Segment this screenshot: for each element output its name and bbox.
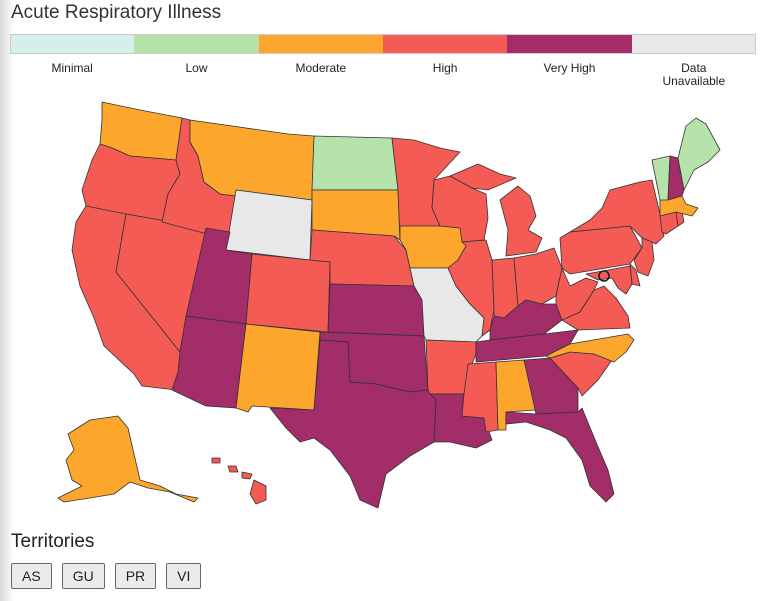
legend-label-very-high: Very High [543,61,596,75]
legend-swatch-moderate [258,34,383,54]
legend-item-high: High [382,34,508,88]
territories-buttons: AS GU PR VI [11,563,202,589]
territory-button-as[interactable]: AS [11,563,52,589]
state-wy[interactable] [225,189,313,261]
state-ak[interactable] [57,415,199,503]
state-nd[interactable] [311,135,399,191]
legend-swatch-high [382,34,508,54]
map-svg [57,101,721,509]
us-state-map [30,90,750,520]
legend-swatch-data-unavailable [631,34,756,54]
window-edge-shadow [0,0,14,601]
legend-label-high: High [432,61,458,75]
legend-label-moderate: Moderate [295,61,347,75]
legend-swatch-low [134,34,259,54]
territory-button-vi[interactable]: VI [166,563,202,589]
state-oh[interactable] [513,247,563,307]
legend-label-minimal: Minimal [51,61,93,75]
legend-swatch-very-high [507,34,632,54]
state-hi[interactable] [211,457,267,505]
territory-button-pr[interactable]: PR [114,563,157,589]
legend-item-low: Low [134,34,259,88]
legend-item-data-unavailable: Data Unavailable [631,34,756,88]
legend-item-minimal: Minimal [10,34,135,88]
legend-item-moderate: Moderate [258,34,383,88]
legend-swatch-minimal [10,34,135,54]
legend-label-low: Low [185,61,208,75]
state-me[interactable] [677,117,721,191]
legend-item-very-high: Very High [507,34,632,88]
map-title: Acute Respiratory Illness [11,2,222,23]
territories-title: Territories [11,531,95,552]
state-nm[interactable] [235,323,321,413]
state-ks[interactable] [327,283,425,337]
legend: Minimal Low Moderate High Very High Data… [10,34,756,88]
state-co[interactable] [245,253,331,333]
state-fl[interactable] [505,407,615,503]
legend-label-data-unavailable: Data Unavailable [662,61,726,88]
territory-button-gu[interactable]: GU [61,563,105,589]
